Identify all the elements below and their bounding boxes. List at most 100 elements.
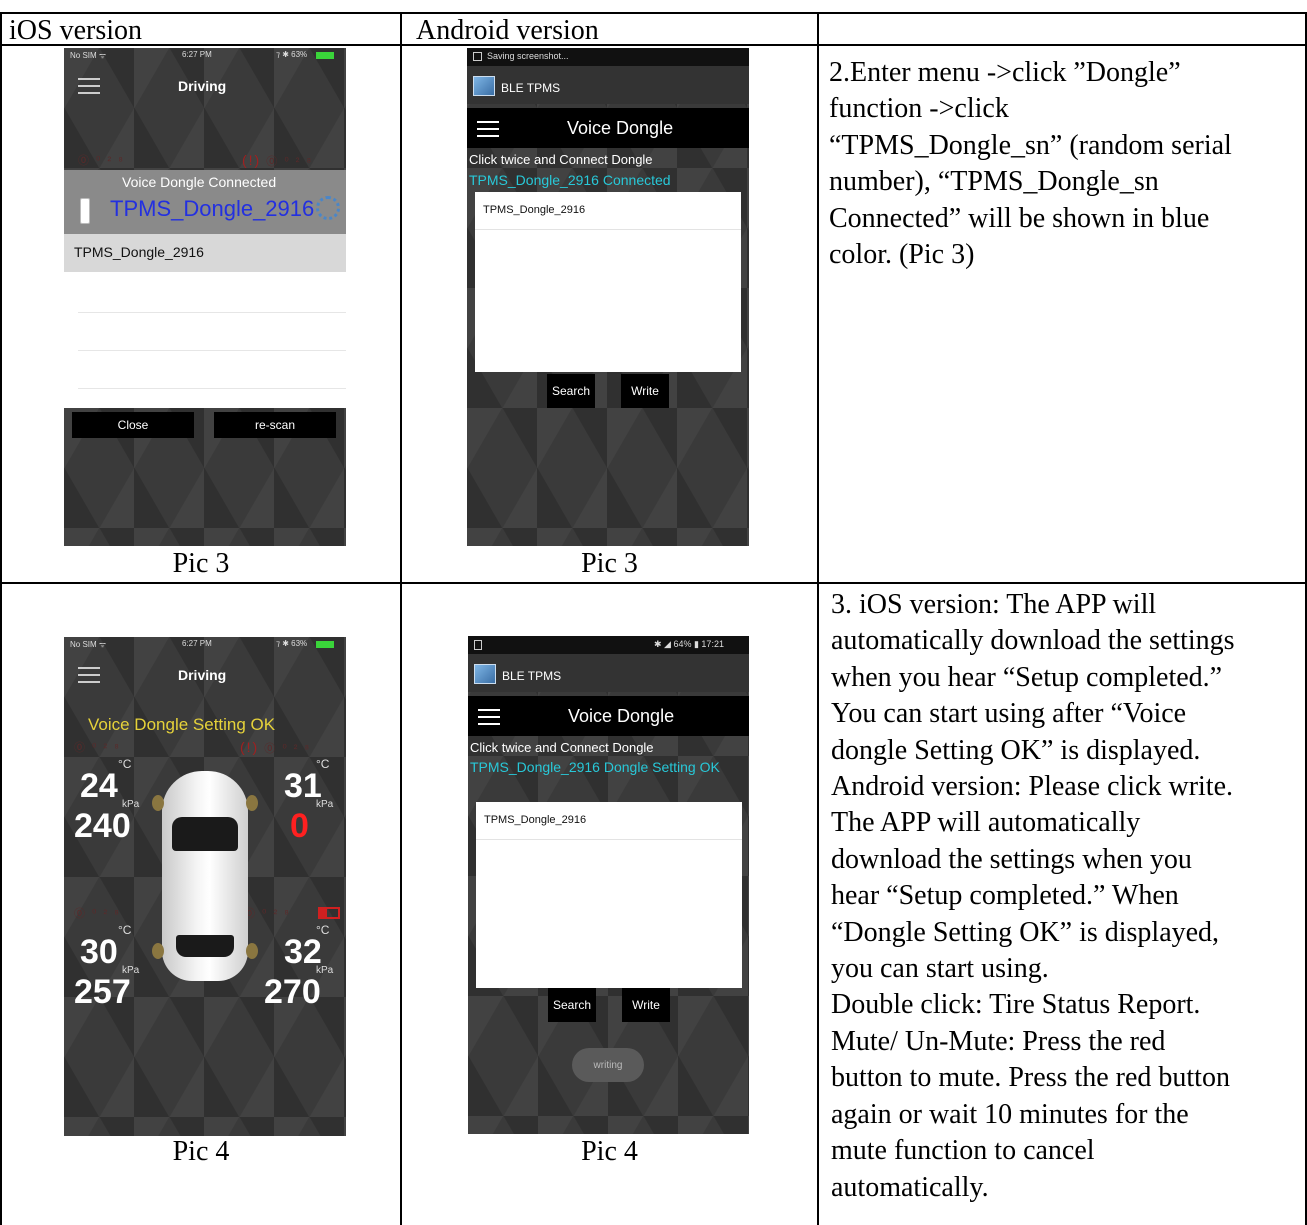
device-list: TPMS_Dongle_2916	[475, 192, 741, 372]
pic3-ios-screenshot: No SIM ᯤ 6:27 PM ⁊ ✱ 63% Driving ⓪ ⁰ ² ⁸…	[64, 48, 346, 546]
low-battery-icon	[318, 907, 340, 919]
status-carrier: No SIM ᯤ	[70, 640, 107, 649]
table-column-divider-2	[817, 12, 819, 1225]
close-button[interactable]: Close	[72, 412, 194, 438]
tire-warning-right: (!) ⓪ ⁰ ² ⁸	[242, 152, 314, 168]
device-list-item-label: TPMS_Dongle_2916	[483, 204, 586, 216]
tire-warning-front-left: ⓪ ⁰ ² ⁸	[74, 742, 121, 754]
notification-text: Saving screenshot...	[487, 51, 569, 61]
table-row-divider	[0, 582, 1307, 584]
front-right-pressure: 0	[290, 807, 309, 845]
pic4-android-screenshot: ✱ ◢ 64% ▮ 17:21 BLE TPMS Voice Dongle Cl…	[468, 636, 749, 1134]
device-list: TPMS_Dongle_2916	[64, 234, 346, 408]
device-list: TPMS_Dongle_2916	[476, 802, 742, 988]
row2-description: 3. iOS version: The APP will automatical…	[831, 589, 1235, 1203]
table-border-left	[0, 12, 2, 1225]
search-button[interactable]: Search	[548, 988, 596, 1022]
car-rear-window	[176, 935, 234, 957]
screen-title: Driving	[178, 78, 227, 94]
status-time: 6:27 PM	[182, 639, 212, 648]
connection-status: TPMS_Dongle_2916 Connected	[469, 172, 671, 188]
tire-dot-rear-left	[152, 943, 164, 959]
front-left-pressure: 240	[74, 807, 131, 845]
tire-warning-rear-left: ⓪ ⁰ ² ⁸	[74, 908, 121, 920]
status-carrier: No SIM ᯤ	[70, 51, 107, 60]
rescan-button[interactable]: re-scan	[214, 412, 336, 438]
status-right: ✱ ◢ 64% ▮ 17:21	[654, 639, 724, 649]
pic3-android-screenshot: Saving screenshot... BLE TPMS Voice Dong…	[467, 48, 749, 546]
instruction-text: Click twice and Connect Dongle	[470, 740, 654, 755]
car-top-view-icon	[162, 771, 248, 981]
list-separator	[78, 350, 346, 351]
app-bar: BLE TPMS	[467, 66, 749, 104]
setting-ok-message: Voice Dongle Setting OK	[88, 715, 276, 734]
front-left-temperature: 24	[80, 767, 118, 805]
tire-dot-front-left	[152, 795, 164, 811]
caption-pic3-android: Pic 3	[581, 548, 638, 579]
menu-hamburger-icon[interactable]	[478, 709, 500, 725]
caption-pic4-ios: Pic 4	[172, 1136, 230, 1167]
app-name: BLE TPMS	[501, 81, 561, 95]
list-separator	[78, 388, 346, 389]
row1-description: 2.Enter menu ->click ”Dongle” function -…	[829, 57, 1232, 271]
ios-status-bar: No SIM ᯤ 6:27 PM ⁊ ✱ 63%	[64, 637, 346, 651]
notification-bar: Saving screenshot...	[467, 48, 749, 66]
list-separator	[78, 312, 346, 313]
app-logo-icon	[474, 664, 496, 684]
device-list-item[interactable]: TPMS_Dongle_2916	[64, 234, 346, 272]
screen-title: Driving	[178, 667, 227, 683]
table-border-top	[0, 12, 1307, 14]
header-android-version: Android version	[416, 15, 599, 46]
instruction-text: Click twice and Connect Dongle	[469, 152, 653, 167]
app-bar: BLE TPMS	[468, 654, 749, 692]
rear-left-temperature: 30	[80, 933, 118, 971]
loading-spinner-icon	[316, 196, 340, 220]
screen-title: Voice Dongle	[568, 706, 675, 726]
status-battery: ⁊ ✱ 63%	[276, 50, 308, 59]
tire-warning-rear-right: ⓪ ⁰ ² ⁸	[244, 908, 291, 920]
battery-icon	[316, 52, 334, 59]
screen-title: Voice Dongle	[567, 118, 674, 138]
writing-button[interactable]: writing	[572, 1048, 644, 1082]
rear-right-pressure: 270	[264, 973, 321, 1011]
table-header-divider	[0, 44, 1307, 46]
screenshot-icon	[473, 52, 482, 61]
title-bar: Voice Dongle	[468, 696, 749, 736]
temp-unit-front-left: °C	[118, 757, 132, 771]
sim-icon	[474, 640, 482, 650]
setting-status: TPMS_Dongle_2916 Dongle Setting OK	[470, 759, 720, 775]
ios-status-bar: No SIM ᯤ 6:27 PM ⁊ ✱ 63%	[64, 48, 346, 62]
menu-hamburger-icon[interactable]	[78, 78, 100, 94]
connected-label: Voice Dongle Connected	[122, 174, 277, 190]
dongle-usb-icon	[80, 198, 90, 224]
caption-pic4-android: Pic 4	[581, 1136, 638, 1167]
caption-pic3-ios: Pic 3	[172, 548, 230, 579]
temp-unit-rear-left: °C	[118, 923, 132, 937]
device-list-item[interactable]: TPMS_Dongle_2916	[475, 192, 741, 230]
tire-dot-front-right	[246, 795, 258, 811]
menu-hamburger-icon[interactable]	[477, 121, 499, 137]
status-time: 6:27 PM	[182, 50, 212, 59]
android-status-bar: ✱ ◢ 64% ▮ 17:21	[468, 636, 749, 654]
write-button[interactable]: Write	[622, 988, 670, 1022]
car-windshield	[172, 817, 238, 851]
write-button[interactable]: Write	[621, 374, 669, 408]
title-bar: Voice Dongle	[467, 108, 749, 148]
search-button[interactable]: Search	[547, 374, 595, 408]
app-logo-icon	[473, 76, 495, 96]
tire-warning-front-right: (!) ⓪ ⁰ ² ⁸	[240, 739, 312, 755]
tire-warning-left: ⓪ ⁰ ² ⁸	[78, 155, 125, 167]
rear-left-pressure: 257	[74, 973, 131, 1011]
status-battery: ⁊ ✱ 63%	[276, 639, 308, 648]
device-list-item-label: TPMS_Dongle_2916	[484, 814, 587, 826]
pressure-unit-front-right: kPa	[316, 799, 334, 810]
header-ios-version: iOS version	[9, 15, 142, 46]
pic4-ios-screenshot: No SIM ᯤ 6:27 PM ⁊ ✱ 63% Driving Voice D…	[64, 637, 346, 1136]
menu-hamburger-icon[interactable]	[78, 667, 100, 683]
table-column-divider-1	[400, 12, 402, 1225]
device-list-item[interactable]: TPMS_Dongle_2916	[476, 802, 742, 840]
app-name: BLE TPMS	[502, 669, 562, 683]
battery-icon	[316, 641, 334, 648]
connected-device-name: TPMS_Dongle_2916	[110, 196, 315, 221]
device-list-item-label: TPMS_Dongle_2916	[74, 244, 204, 260]
